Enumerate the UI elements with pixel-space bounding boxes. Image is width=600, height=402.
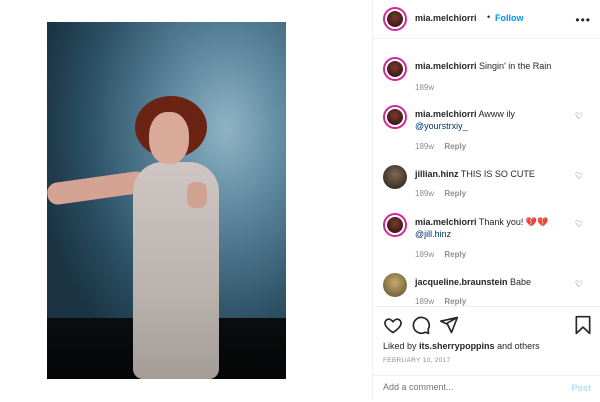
reply-button[interactable]: Reply bbox=[444, 142, 466, 151]
comment-avatar[interactable] bbox=[383, 273, 407, 297]
caption-text: mia.melchiorri Singin' in the Rain bbox=[415, 60, 565, 72]
comment-meta: 189w Reply bbox=[415, 189, 466, 198]
follow-button[interactable]: Follow bbox=[495, 13, 524, 23]
likes-summary: Liked by its.sherrypoppins and others bbox=[383, 341, 540, 351]
comment-username[interactable]: jillian.hinz bbox=[415, 169, 459, 179]
comment-avatar[interactable] bbox=[383, 213, 407, 237]
comment-body: Babe bbox=[510, 277, 532, 287]
bookmark-save-icon[interactable] bbox=[573, 315, 593, 335]
comment-input[interactable] bbox=[383, 382, 543, 392]
caption-time[interactable]: 189w bbox=[415, 83, 434, 92]
author-avatar[interactable] bbox=[383, 7, 407, 31]
comment-text: jillian.hinz THIS IS SO CUTE bbox=[415, 168, 565, 180]
comment-time[interactable]: 189w bbox=[415, 189, 434, 198]
comment-text: mia.melchiorri Awww ily @yourstrxiy_ bbox=[415, 108, 565, 132]
comment-time[interactable]: 189w bbox=[415, 297, 434, 306]
comment-body: Thank you! 💔💔 bbox=[478, 217, 549, 227]
comment-mention[interactable]: @jill.hinz bbox=[415, 229, 451, 239]
comment-time[interactable]: 189w bbox=[415, 142, 434, 151]
reply-button[interactable]: Reply bbox=[444, 189, 466, 198]
comment-text: mia.melchiorri Thank you! 💔💔 @jill.hinz bbox=[415, 216, 565, 240]
comment-body: Awww ily bbox=[478, 109, 515, 119]
likes-prefix: Liked by bbox=[383, 341, 417, 351]
performer-face bbox=[149, 112, 189, 164]
post-header: mia.melchiorri • Follow ••• bbox=[373, 0, 600, 39]
instagram-post: mia.melchiorri • Follow ••• mia.melchior… bbox=[0, 0, 600, 400]
share-send-icon[interactable] bbox=[439, 315, 459, 335]
comment-username[interactable]: jacqueline.braunstein bbox=[415, 277, 508, 287]
post-comment-button[interactable]: Post bbox=[571, 383, 591, 393]
post-sidebar: mia.melchiorri • Follow ••• mia.melchior… bbox=[372, 0, 600, 400]
comment-bubble-icon[interactable] bbox=[411, 315, 431, 335]
caption-meta: 189w bbox=[415, 83, 434, 92]
like-comment-heart-icon[interactable]: ♡ bbox=[575, 171, 583, 182]
header-separator: • bbox=[487, 12, 491, 22]
more-horizontal-icon[interactable]: ••• bbox=[575, 13, 591, 27]
like-comment-heart-icon[interactable]: ♡ bbox=[575, 111, 583, 122]
like-comment-heart-icon[interactable]: ♡ bbox=[575, 279, 583, 290]
post-date[interactable]: FEBRUARY 10, 2017 bbox=[383, 357, 450, 364]
comment-text: jacqueline.braunstein Babe bbox=[415, 276, 565, 288]
post-actions: Liked by its.sherrypoppins and others FE… bbox=[373, 306, 600, 401]
comment-username[interactable]: mia.melchiorri bbox=[415, 109, 477, 119]
comment-avatar[interactable] bbox=[383, 165, 407, 189]
add-comment-bar: Post bbox=[373, 375, 600, 402]
post-media bbox=[0, 0, 372, 400]
caption-avatar[interactable] bbox=[383, 57, 407, 81]
like-heart-icon[interactable] bbox=[383, 315, 403, 335]
comment-meta: 189w Reply bbox=[415, 142, 466, 151]
comment-body: THIS IS SO CUTE bbox=[460, 169, 535, 179]
comment-mention[interactable]: @yourstrxiy_ bbox=[415, 121, 468, 131]
reply-button[interactable]: Reply bbox=[444, 297, 466, 306]
comment-avatar[interactable] bbox=[383, 105, 407, 129]
author-username[interactable]: mia.melchiorri bbox=[415, 13, 477, 23]
comment-meta: 189w Reply bbox=[415, 250, 466, 259]
comment-time[interactable]: 189w bbox=[415, 250, 434, 259]
reply-button[interactable]: Reply bbox=[444, 250, 466, 259]
likes-suffix[interactable]: and others bbox=[497, 341, 540, 351]
post-photo[interactable] bbox=[47, 22, 286, 379]
like-comment-heart-icon[interactable]: ♡ bbox=[575, 219, 583, 230]
comment-username[interactable]: mia.melchiorri bbox=[415, 217, 477, 227]
caption-body: Singin' in the Rain bbox=[479, 61, 552, 71]
comment-meta: 189w Reply bbox=[415, 297, 466, 306]
performer-hand bbox=[187, 182, 207, 208]
likes-user[interactable]: its.sherrypoppins bbox=[419, 341, 495, 351]
comments-list[interactable]: mia.melchiorri Singin' in the Rain 189w … bbox=[373, 39, 600, 306]
caption-username[interactable]: mia.melchiorri bbox=[415, 61, 477, 71]
